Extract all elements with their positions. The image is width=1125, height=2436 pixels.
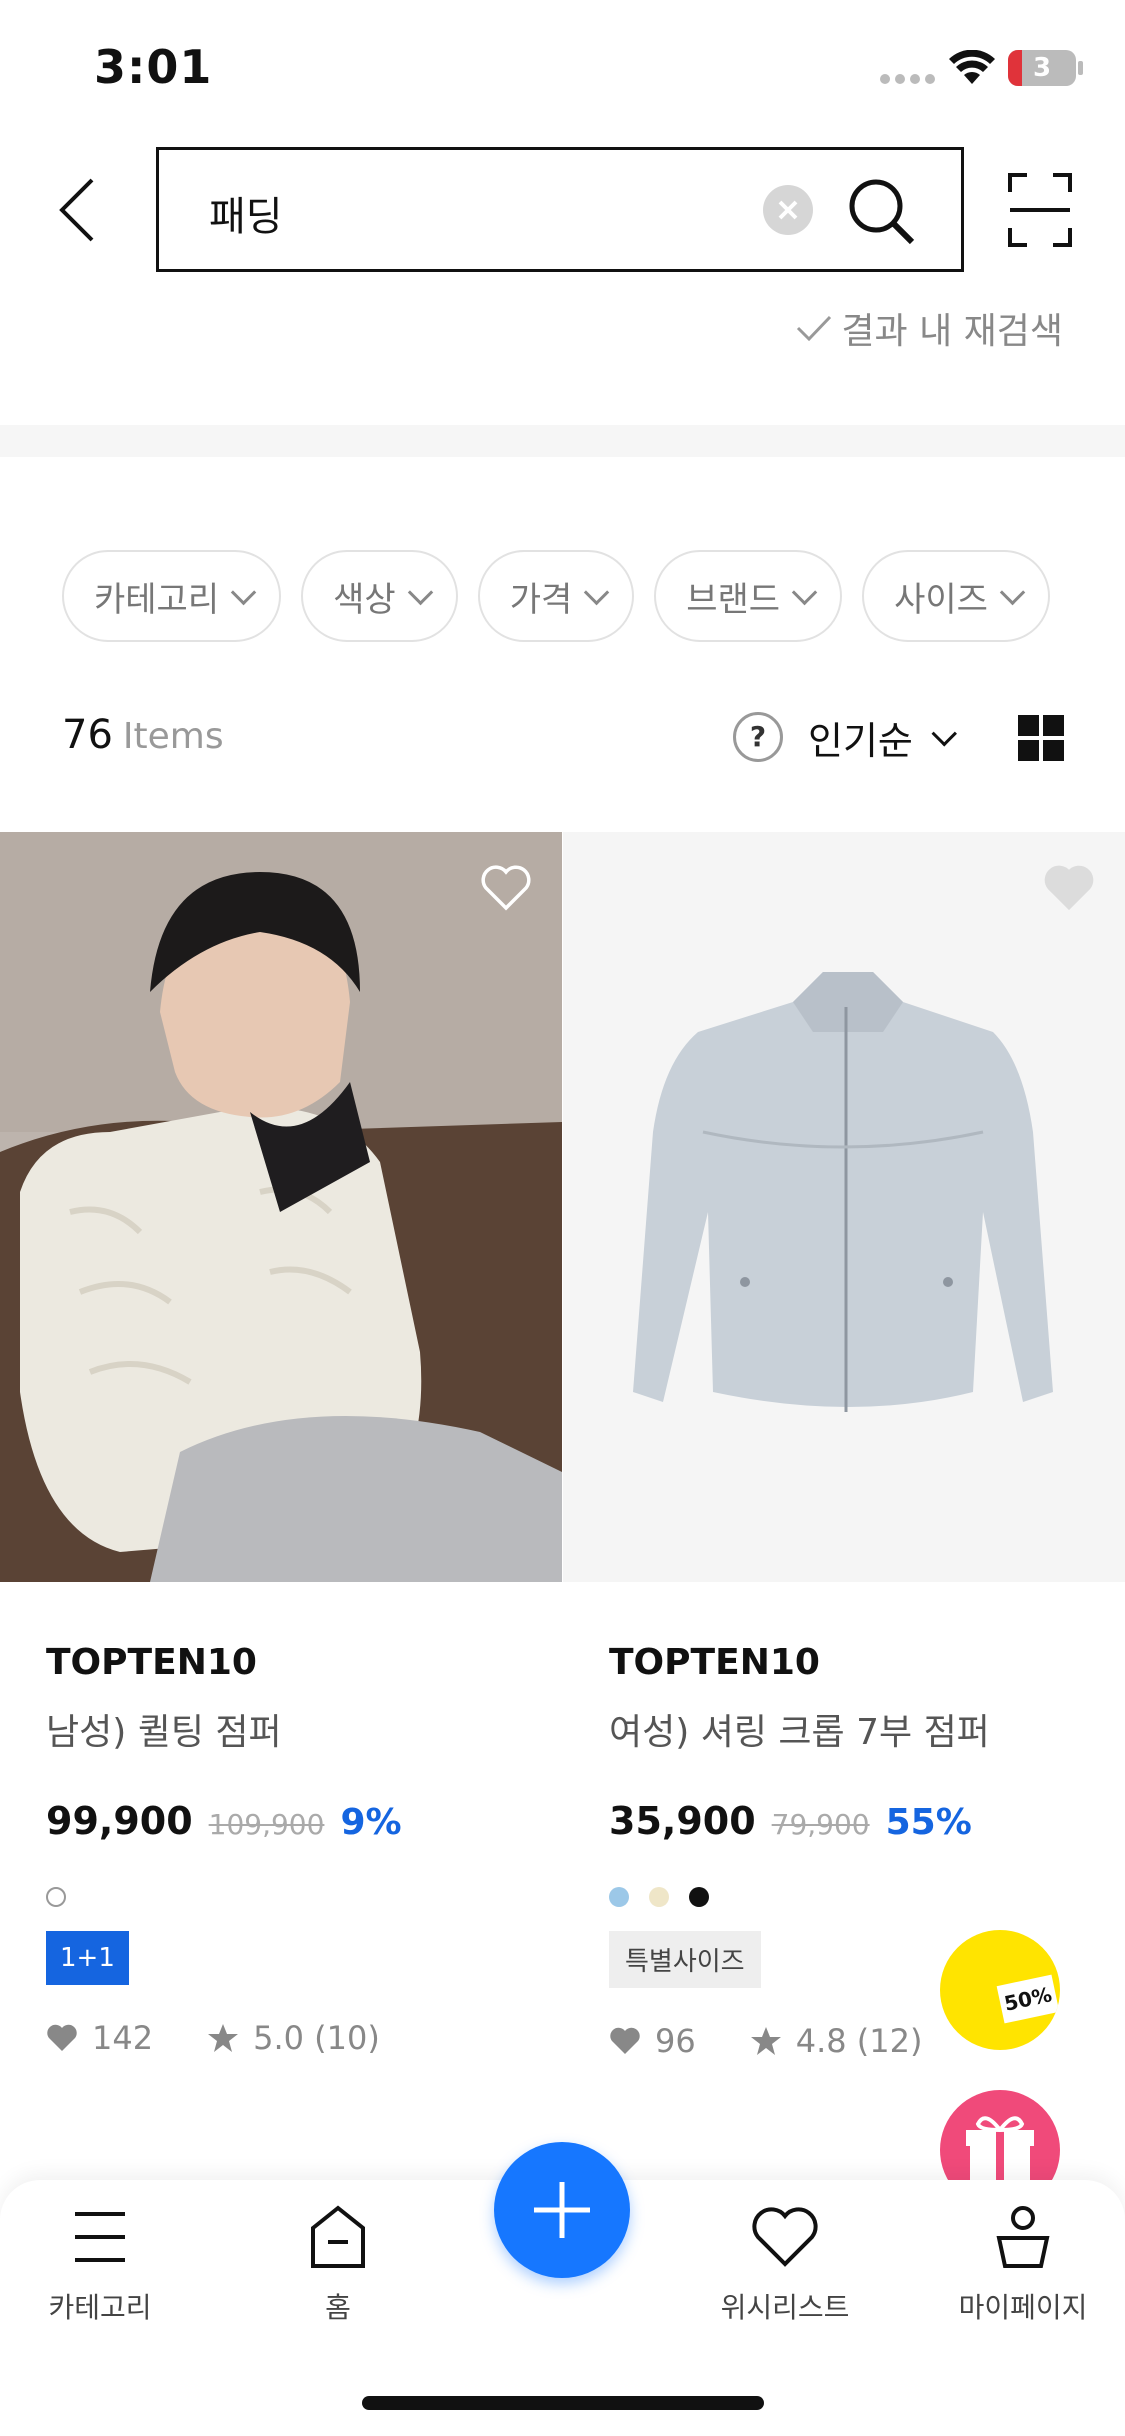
home-icon (311, 2205, 365, 2268)
sort-dropdown[interactable]: 인기순 (808, 710, 957, 765)
nav-home[interactable]: 홈 (238, 2204, 438, 2326)
price-row: 99,900 109,900 9% (46, 1799, 562, 1843)
close-icon (778, 200, 798, 220)
filter-chip-label: 사이즈 (894, 579, 988, 620)
product-image[interactable] (563, 832, 1125, 1582)
section-divider (0, 425, 1125, 457)
filter-chip-price[interactable]: 가격 (477, 550, 635, 642)
plus-icon (534, 2182, 590, 2238)
result-count-unit: Items (122, 716, 224, 757)
status-bar: 3:01 3 (0, 0, 1125, 135)
chevron-down-icon (791, 579, 818, 606)
result-count-number: 76 (62, 712, 113, 758)
nav-wishlist[interactable]: 위시리스트 (685, 2204, 885, 2326)
filter-chip-size[interactable]: 사이즈 (862, 550, 1050, 642)
filter-chip-label: 브랜드 (686, 579, 781, 620)
grid-view-toggle[interactable] (1018, 715, 1064, 761)
nav-label: 카테고리 (48, 2291, 152, 2324)
color-swatches (609, 1887, 1125, 1907)
nav-label: 마이페이지 (958, 2291, 1088, 2324)
filter-chip-label: 카테고리 (94, 579, 220, 620)
original-price: 109,900 (208, 1808, 325, 1841)
chevron-left-icon (59, 178, 94, 242)
heart-icon (481, 865, 531, 911)
home-indicator (362, 2396, 764, 2410)
add-button[interactable] (494, 2142, 630, 2278)
star-icon (208, 2024, 239, 2052)
color-swatch (689, 1887, 709, 1907)
search-input[interactable]: 패딩 (209, 184, 283, 242)
chevron-down-icon (999, 579, 1026, 606)
wishlist-button[interactable] (478, 860, 534, 916)
product-price: 35,900 (609, 1799, 756, 1843)
color-swatch (609, 1887, 629, 1907)
battery-icon: 3 (1008, 50, 1076, 86)
like-count: 96 (655, 2022, 696, 2060)
product-brand: TOPTEN10 (609, 1642, 820, 1683)
product-stats: 96 4.8 (12) (609, 2022, 1125, 2060)
signal-icon (880, 74, 936, 84)
back-button[interactable] (50, 170, 110, 250)
chevron-down-icon (584, 579, 610, 606)
sort-label: 인기순 (808, 719, 913, 763)
chevron-down-icon (230, 579, 257, 606)
color-swatch (46, 1887, 66, 1907)
product-price: 99,900 (46, 1799, 193, 1843)
search-icon (849, 179, 915, 245)
chevron-down-icon (931, 720, 957, 746)
scan-button[interactable] (1005, 170, 1075, 250)
nav-label: 홈 (325, 2291, 351, 2324)
heart-icon (1044, 865, 1094, 911)
size-badge: 특별사이즈 (609, 1931, 761, 1988)
star-icon (750, 2027, 781, 2055)
coupon-promo-button[interactable]: 50% (940, 1930, 1060, 2050)
clear-search-button[interactable] (763, 185, 813, 235)
promo-badge: 1+1 (46, 1931, 129, 1985)
check-icon (797, 315, 832, 342)
color-swatch (649, 1887, 669, 1907)
refine-search-label: 결과 내 재검색 (841, 311, 1063, 352)
nav-label: 위시리스트 (720, 2291, 850, 2324)
rating: 5.0 (10) (253, 2019, 380, 2057)
heart-icon (47, 2024, 77, 2051)
color-swatches (46, 1887, 562, 1907)
product-name: 여성) 셔링 크롭 7부 점퍼 (609, 1712, 990, 1753)
coupon-tag: 50% (996, 1974, 1060, 2024)
filter-chip-brand[interactable]: 브랜드 (654, 550, 843, 642)
product-image[interactable] (0, 832, 562, 1582)
help-icon[interactable]: ? (733, 712, 783, 762)
chevron-down-icon (407, 579, 433, 606)
like-count: 142 (92, 2019, 154, 2057)
rating: 4.8 (12) (795, 2022, 923, 2060)
original-price: 79,900 (771, 1808, 870, 1841)
grid-icon (1018, 715, 1039, 736)
discount-rate: 55% (885, 1802, 972, 1843)
product-stats: 142 5.0 (10) (46, 2019, 562, 2057)
heart-icon (752, 2207, 818, 2267)
nav-mypage[interactable]: 마이페이지 (923, 2204, 1123, 2326)
search-button[interactable] (842, 172, 922, 252)
filter-chip-label: 가격 (509, 579, 573, 620)
user-icon (996, 2206, 1050, 2268)
heart-icon (610, 2027, 640, 2054)
product-name: 남성) 퀼팅 점퍼 (46, 1712, 282, 1753)
discount-rate: 9% (340, 1802, 402, 1843)
refine-search-button[interactable]: 결과 내 재검색 (795, 302, 1063, 354)
product-card[interactable]: TOPTEN10 여성) 셔링 크롭 7부 점퍼 35,900 79,900 5… (563, 832, 1125, 2060)
filter-chips: 카테고리 색상 가격 브랜드 사이즈 (62, 550, 1050, 642)
product-card[interactable]: TOPTEN10 남성) 퀼팅 점퍼 99,900 109,900 9% 1+1… (0, 832, 562, 2057)
menu-icon (75, 2212, 125, 2262)
scan-icon (1008, 173, 1072, 247)
nav-category[interactable]: 카테고리 (0, 2204, 200, 2326)
filter-chip-category[interactable]: 카테고리 (62, 550, 282, 642)
wishlist-button[interactable] (1041, 860, 1097, 916)
status-time: 3:01 (94, 40, 213, 94)
filter-chip-label: 색상 (333, 579, 396, 620)
result-count: 76 Items (62, 712, 224, 758)
product-brand: TOPTEN10 (46, 1642, 257, 1683)
wifi-icon (949, 50, 995, 84)
filter-chip-color[interactable]: 색상 (301, 550, 458, 642)
search-bar[interactable]: 패딩 (156, 147, 964, 272)
price-row: 35,900 79,900 55% (609, 1799, 1125, 1843)
